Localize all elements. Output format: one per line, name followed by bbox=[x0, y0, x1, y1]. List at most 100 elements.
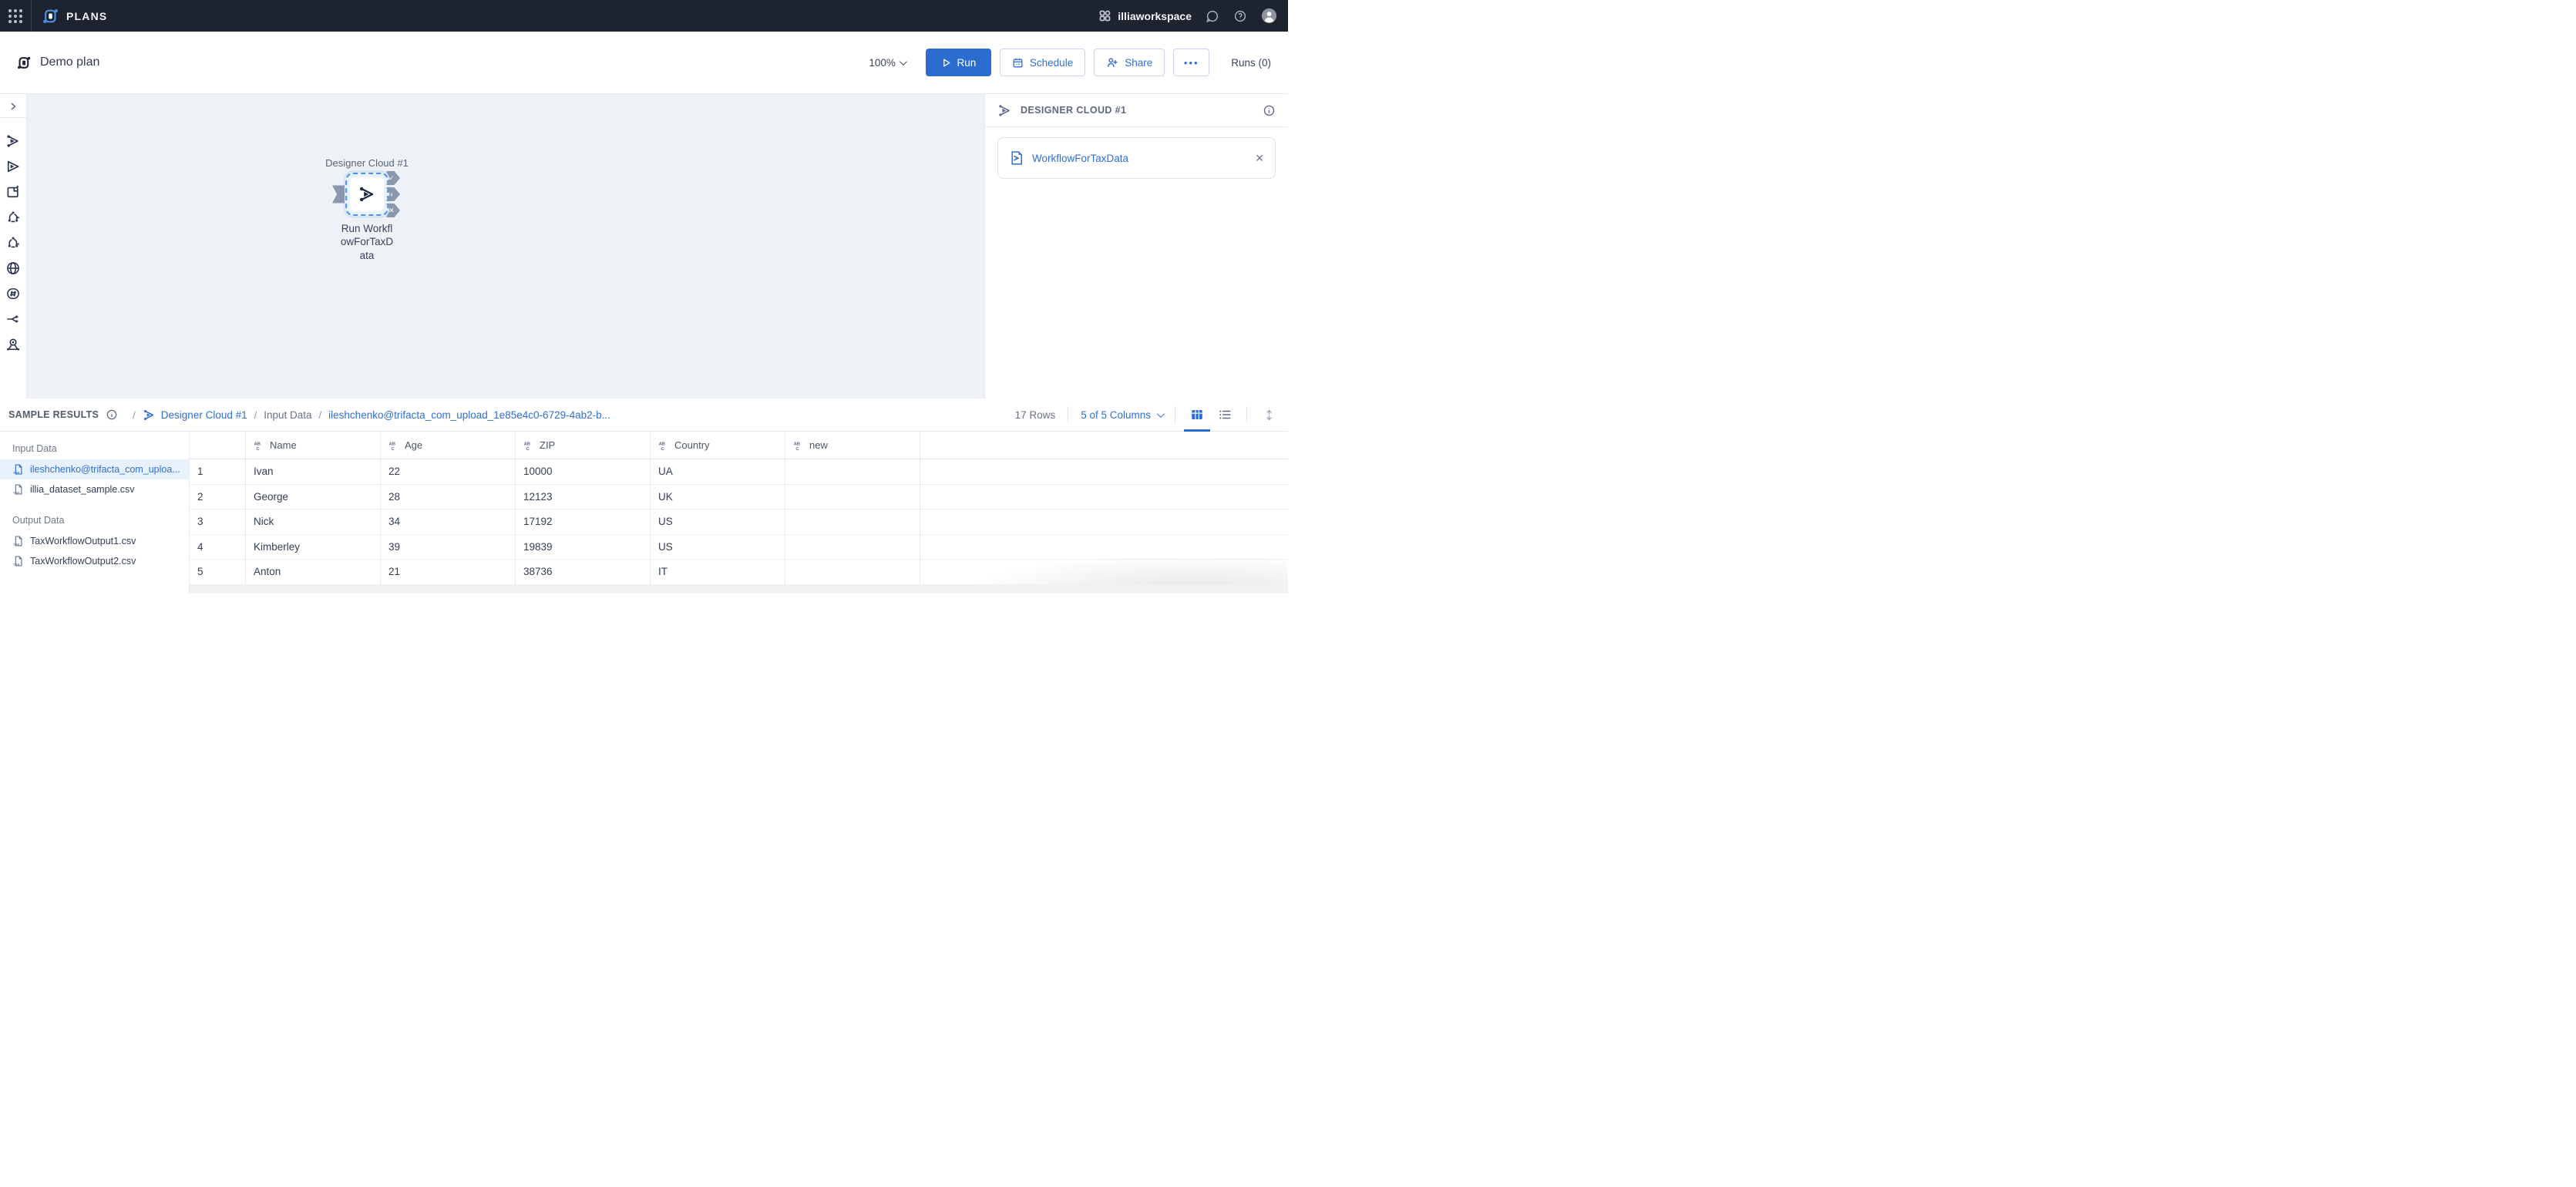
user-avatar[interactable] bbox=[1261, 8, 1277, 24]
workflow-card[interactable]: WorkflowForTaxData ✕ bbox=[997, 137, 1276, 179]
cell-country: US bbox=[651, 509, 785, 534]
rail-workflow-icon[interactable] bbox=[0, 204, 27, 230]
grid-view-button[interactable] bbox=[1188, 405, 1206, 424]
svg-text:AB: AB bbox=[524, 442, 530, 446]
rail-split-arrows-icon[interactable] bbox=[0, 306, 27, 331]
plan-logo-icon bbox=[17, 55, 32, 70]
zoom-control[interactable]: 100% bbox=[869, 57, 905, 69]
flow-icon bbox=[997, 103, 1012, 118]
rail-globe-icon[interactable] bbox=[0, 255, 27, 281]
sample-data-grid: ABC Name ABC Age ABC ZIP ABC Country ABC… bbox=[190, 432, 1288, 594]
file-item[interactable]: csv TaxWorkflowOutput1.csv bbox=[0, 531, 189, 551]
share-person-icon bbox=[1106, 56, 1118, 69]
rail-play-triangle-icon[interactable] bbox=[0, 153, 27, 179]
file-item[interactable]: csv illia_dataset_sample.csv bbox=[0, 479, 189, 499]
cell-new bbox=[785, 485, 920, 509]
on-next-connector[interactable]: › bbox=[386, 187, 400, 201]
columns-dropdown[interactable]: 5 of 5 Columns bbox=[1081, 409, 1162, 421]
table-row: 2 George 28 12123 UK bbox=[190, 485, 1288, 510]
chat-icon[interactable] bbox=[1206, 9, 1219, 23]
cell-new bbox=[785, 509, 920, 534]
sample-results-title: SAMPLE RESULTS bbox=[8, 409, 99, 420]
apps-grid-button[interactable] bbox=[0, 0, 31, 32]
table-row: 5 Anton 21 38736 IT bbox=[190, 560, 1288, 585]
column-header-zip[interactable]: ABC ZIP bbox=[516, 432, 651, 459]
expand-panel-button[interactable] bbox=[1259, 405, 1278, 424]
runs-toggle[interactable]: Runs (0) bbox=[1231, 57, 1271, 69]
rail-report-icon[interactable] bbox=[0, 179, 27, 204]
plan-node: Designer Cloud #1 ✓ › ✕ Run WorkflowForT… bbox=[325, 157, 409, 262]
svg-text:C: C bbox=[796, 446, 800, 450]
close-icon[interactable]: ✕ bbox=[1255, 152, 1264, 165]
play-icon bbox=[941, 58, 951, 68]
schedule-button[interactable]: Schedule bbox=[1000, 49, 1085, 76]
brand: PLANS bbox=[32, 8, 107, 25]
filler-cell bbox=[920, 485, 1288, 509]
svg-text:AB: AB bbox=[254, 442, 261, 446]
string-type-icon: ABC bbox=[793, 440, 804, 451]
node-title: Designer Cloud #1 bbox=[325, 157, 409, 169]
column-header-country[interactable]: ABC Country bbox=[651, 432, 785, 459]
cell-zip: 38736 bbox=[516, 560, 651, 584]
breadcrumb-file-link[interactable]: ileshchenko@trifacta_com_upload_1e85e4c0… bbox=[328, 409, 610, 421]
string-type-icon: ABC bbox=[523, 440, 534, 451]
table-row: 4 Kimberley 39 19839 US bbox=[190, 535, 1288, 560]
info-icon[interactable] bbox=[1263, 104, 1276, 117]
plan-header: Demo plan 100% Run Schedule Share ••• bbox=[0, 32, 1288, 94]
column-header-age[interactable]: ABC Age bbox=[381, 432, 516, 459]
csv-file-icon: csv bbox=[12, 535, 24, 547]
table-row: 1 Ivan 22 10000 UA bbox=[190, 459, 1288, 485]
svg-text:csv: csv bbox=[13, 543, 19, 546]
chevron-down-icon bbox=[900, 58, 907, 66]
svg-text:C: C bbox=[661, 446, 665, 450]
cell-zip: 12123 bbox=[516, 485, 651, 509]
help-icon[interactable] bbox=[1233, 9, 1247, 23]
ellipsis-icon: ••• bbox=[1184, 57, 1199, 69]
run-button[interactable]: Run bbox=[926, 49, 991, 76]
string-type-icon: ABC bbox=[388, 440, 399, 451]
on-success-connector[interactable]: ✓ bbox=[386, 171, 400, 185]
rail-flow-task-icon[interactable] bbox=[0, 128, 27, 153]
string-type-icon: ABC bbox=[254, 440, 264, 451]
workspace-name: illiaworkspace bbox=[1118, 10, 1192, 22]
file-item[interactable]: csv TaxWorkflowOutput2.csv bbox=[0, 551, 189, 571]
list-view-button[interactable] bbox=[1216, 405, 1234, 424]
node-body[interactable] bbox=[350, 177, 384, 211]
breadcrumb-flow-link[interactable]: Designer Cloud #1 bbox=[161, 409, 247, 421]
divider bbox=[1246, 406, 1247, 423]
row-number: 3 bbox=[190, 509, 246, 534]
info-icon[interactable] bbox=[106, 409, 118, 421]
file-item[interactable]: csv ileshchenko@trifacta_com_uploa... bbox=[0, 459, 189, 479]
panel-header: DESIGNER CLOUD #1 bbox=[985, 94, 1288, 127]
csv-file-icon: csv bbox=[12, 463, 24, 476]
plan-canvas[interactable]: Designer Cloud #1 ✓ › ✕ Run WorkflowForT… bbox=[27, 94, 984, 398]
row-number: 2 bbox=[190, 485, 246, 509]
column-header-label: Age bbox=[405, 439, 422, 451]
designer-cloud-node[interactable]: ✓ › ✕ bbox=[345, 173, 388, 216]
node-task-label: Run WorkflowForTaxData bbox=[340, 222, 394, 262]
panel-title: DESIGNER CLOUD #1 bbox=[1021, 105, 1126, 116]
rail-workflow-alt-icon[interactable] bbox=[0, 230, 27, 255]
workspace-selector[interactable]: illiaworkspace bbox=[1098, 9, 1192, 22]
workspace-grid-icon bbox=[1098, 9, 1111, 22]
file-name: illia_dataset_sample.csv bbox=[30, 484, 135, 495]
share-button[interactable]: Share bbox=[1094, 49, 1165, 76]
more-actions-button[interactable]: ••• bbox=[1173, 49, 1209, 76]
rail-map-pin-icon[interactable] bbox=[0, 331, 27, 357]
cell-name: George bbox=[246, 485, 381, 509]
column-header-new[interactable]: ABC new bbox=[785, 432, 920, 459]
plans-logo-icon bbox=[42, 8, 59, 25]
workflow-link[interactable]: WorkflowForTaxData bbox=[1032, 153, 1128, 164]
rail-circle-hash-icon[interactable] bbox=[0, 281, 27, 306]
row-number: 5 bbox=[190, 560, 246, 584]
schedule-label: Schedule bbox=[1030, 57, 1073, 69]
file-name: ileshchenko@trifacta_com_uploa... bbox=[30, 464, 180, 475]
node-input-connector[interactable] bbox=[332, 186, 345, 203]
svg-text:csv: csv bbox=[13, 471, 19, 475]
expand-vertical-icon bbox=[1263, 409, 1275, 422]
column-header-name[interactable]: ABC Name bbox=[246, 432, 381, 459]
workflow-document-icon bbox=[1009, 150, 1024, 166]
rail-expand-button[interactable] bbox=[0, 98, 26, 114]
on-failure-connector[interactable]: ✕ bbox=[386, 203, 400, 217]
flow-icon bbox=[143, 409, 156, 422]
